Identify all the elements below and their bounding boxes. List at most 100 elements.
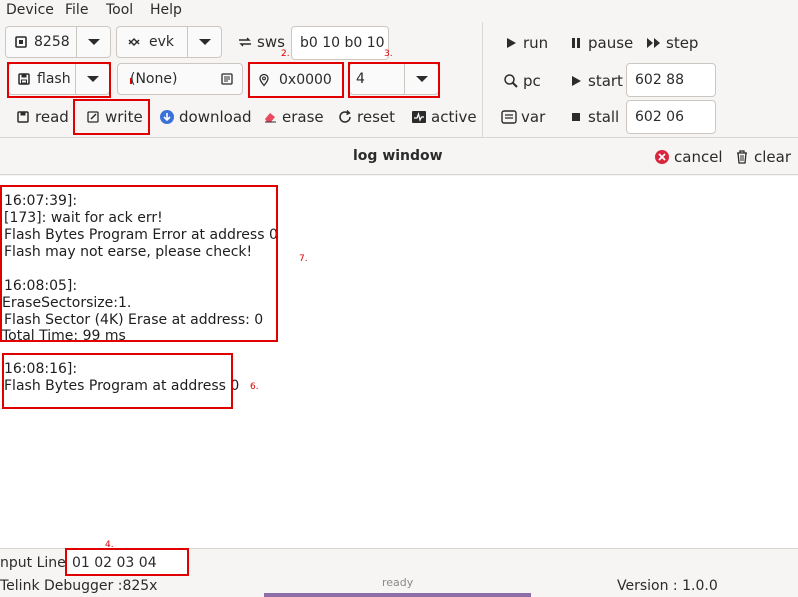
download-icon [158,108,176,126]
chip-select-value: 8258 [34,34,70,50]
trash-icon [733,148,751,166]
download-button[interactable]: download [158,103,252,131]
input-line-row: nput Line: 01 02 03 04 4. [0,540,798,576]
var-label: var [521,108,546,126]
download-label: download [179,108,252,126]
mem-type-value: flash [37,71,71,87]
step-button[interactable]: step [645,29,698,57]
active-label: active [431,108,477,126]
toolbar-separator [482,22,483,138]
play-icon [567,72,585,90]
refresh-icon [336,108,354,126]
cancel-icon [653,148,671,166]
sws-field[interactable]: b0 10 b0 10 [291,26,389,60]
cancel-button[interactable]: cancel [653,143,723,171]
save-icon [17,72,31,86]
edit-icon [84,108,102,126]
start-field[interactable]: 602 88 [626,63,716,97]
run-label: run [523,34,549,52]
pc-button[interactable]: pc [502,67,541,95]
mem-type-select[interactable]: flash [8,63,110,95]
address-value: 0x0000 [279,72,332,88]
log-line: EraseSectorsize:1. [2,295,132,311]
clear-label: clear [754,148,792,166]
toolbar: 8258 evk sws b0 10 b0 10 flash (None) 0x… [0,22,798,138]
address-field[interactable]: 0x0000 [249,63,343,97]
input-line-field[interactable]: 01 02 03 04 [66,549,188,576]
location-icon [257,73,271,87]
menu-device[interactable]: Device [6,2,54,18]
start-label: start [588,72,623,90]
cancel-label: cancel [674,148,723,166]
zoom-icon [502,72,520,90]
save-icon [14,108,32,126]
status-bar: Telink Debugger :825x ready Version : 1.… [0,576,798,597]
link-icon [127,35,141,49]
menu-help[interactable]: Help [150,2,182,18]
pause-icon [567,34,585,52]
list-icon [500,108,518,126]
annotation-label-7: 7. [299,254,308,264]
active-button[interactable]: active [410,103,477,131]
stall-field[interactable]: 602 06 [626,100,716,134]
log-line: Total Time: 99 ms [2,328,126,344]
log-title: log window [353,148,443,164]
input-line-label: nput Line: [0,555,71,571]
board-select-value: evk [149,34,175,50]
stall-label: stall [588,108,620,126]
sync-icon [236,33,254,51]
menubar: Device File Tool Help [0,0,798,22]
annotation-mark [130,78,132,84]
menu-tool[interactable]: Tool [106,2,133,18]
log-line: 16:07:39]: [4,193,78,209]
log-line: 16:08:05]: [4,278,78,294]
menu-file[interactable]: File [65,2,88,18]
stall-button[interactable]: stall [567,103,619,131]
pause-button[interactable]: pause [567,29,633,57]
var-button[interactable]: var [500,103,545,131]
board-select[interactable]: evk [116,26,222,58]
read-button[interactable]: read [14,103,69,131]
chip-icon [14,35,28,49]
length-value: 4 [356,71,365,87]
step-label: step [666,34,699,52]
start-button[interactable]: start [567,67,623,95]
file-chooser[interactable]: (None) [117,63,243,95]
annotation-label-6: 6. [250,382,259,392]
log-window[interactable]: 16:07:39]: [173]: wait for ack err! Flas… [0,176,798,548]
write-button[interactable]: write [84,103,143,131]
annotation-label-3: 3. [384,49,393,59]
status-text: ready [382,576,414,589]
log-line: Flash Sector (4K) Erase at address: 0 [4,312,264,328]
chevron-down-icon[interactable] [187,27,221,57]
file-chooser-value: (None) [130,71,178,87]
chip-select[interactable]: 8258 [5,26,111,58]
reset-label: reset [357,108,395,126]
chevron-down-icon[interactable] [75,64,109,94]
reset-button[interactable]: reset [336,103,395,131]
clear-button[interactable]: clear [733,143,791,171]
progress-bar [264,593,531,597]
stop-icon [567,108,585,126]
chevron-down-icon[interactable] [76,27,110,57]
log-line: 16:08:16]: [4,361,78,377]
erase-button[interactable]: erase [261,103,324,131]
step-icon [645,34,663,52]
log-line: Flash Bytes Program Error at address 0 [4,227,278,243]
log-line: [173]: wait for ack err! [4,210,163,226]
log-line: Flash Bytes Program at address 0 [4,378,240,394]
document-icon [220,72,234,86]
version-label: Version : 1.0.0 [617,578,718,594]
app-name: Telink Debugger :825x [0,578,158,594]
annotation-label-4: 4. [105,540,114,550]
run-button[interactable]: run [502,29,548,57]
write-label: write [105,108,143,126]
annotation-label-2: 2. [281,49,290,59]
sws-button[interactable]: sws [236,28,285,56]
log-line: Flash may not earse, please check! [4,244,253,260]
length-combo[interactable]: 4 [349,63,439,95]
erase-label: erase [282,108,324,126]
read-label: read [35,108,69,126]
eraser-icon [261,108,279,126]
chevron-down-icon[interactable] [404,64,438,94]
